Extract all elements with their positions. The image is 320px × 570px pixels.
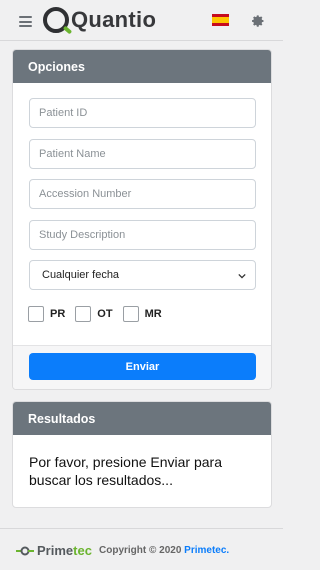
- modality-mr-checkbox[interactable]: MR: [122, 306, 162, 322]
- checkbox-box[interactable]: [122, 306, 139, 322]
- gear-icon[interactable]: [251, 14, 265, 28]
- modality-label: MR: [144, 308, 162, 320]
- modality-checkboxes: PR OT MR: [28, 306, 172, 322]
- study-description-input[interactable]: [29, 220, 256, 250]
- top-navbar: Quantio: [0, 0, 283, 41]
- primetec-link[interactable]: Primetec.: [184, 545, 229, 556]
- quantio-logo-text: Quantio: [71, 7, 157, 32]
- hamburger-menu-icon[interactable]: [19, 16, 32, 27]
- modality-label: PR: [50, 308, 66, 320]
- enviar-button[interactable]: Enviar: [29, 353, 256, 380]
- primetec-logo-icon: [16, 546, 34, 555]
- opciones-panel: Opciones Cualquier fecha PR OT MR Enviar: [12, 49, 272, 390]
- copyright-prefix: Copyright © 2020: [99, 545, 185, 556]
- results-message: Por favor, presione Enviar para buscar l…: [29, 454, 222, 488]
- chevron-down-icon: [238, 273, 246, 279]
- modality-label: OT: [97, 308, 113, 320]
- brand-tec: tec: [73, 543, 92, 558]
- copyright-text: Copyright © 2020 Primetec.: [99, 545, 229, 556]
- resultados-panel: Resultados Por favor, presione Enviar pa…: [12, 401, 272, 508]
- opciones-header: Opciones: [13, 50, 271, 83]
- quantio-logo-mark: [43, 7, 69, 33]
- date-filter-select[interactable]: Cualquier fecha: [29, 260, 256, 290]
- accession-number-input[interactable]: [29, 179, 256, 209]
- modality-pr-checkbox[interactable]: PR: [28, 306, 65, 322]
- modality-ot-checkbox[interactable]: OT: [75, 306, 113, 322]
- brand-prime: Prime: [37, 543, 74, 558]
- primetec-logo[interactable]: Primetec: [16, 543, 92, 558]
- flag-es-icon[interactable]: [212, 14, 229, 26]
- checkbox-box[interactable]: [75, 306, 92, 322]
- quantio-logo[interactable]: Quantio: [43, 5, 156, 35]
- checkbox-box[interactable]: [28, 306, 44, 322]
- primetec-brand: Primetec: [37, 543, 92, 558]
- patient-name-input[interactable]: [29, 139, 256, 169]
- page-footer: Primetec Copyright © 2020 Primetec.: [0, 528, 283, 570]
- resultados-header: Resultados: [13, 402, 271, 435]
- patient-id-input[interactable]: [29, 98, 256, 128]
- date-filter-value: Cualquier fecha: [42, 269, 120, 281]
